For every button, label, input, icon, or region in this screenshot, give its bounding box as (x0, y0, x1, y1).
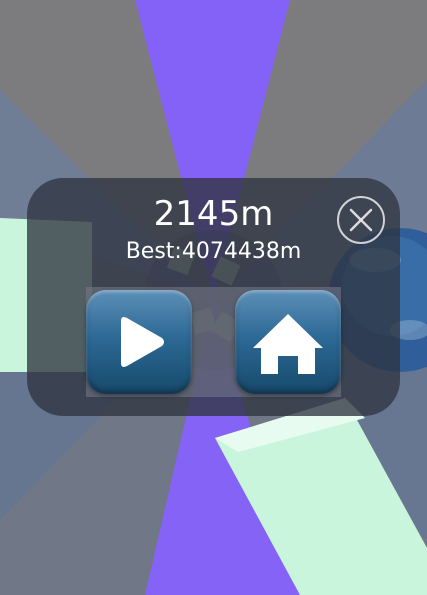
play-icon (121, 317, 164, 367)
close-button[interactable] (337, 196, 385, 244)
home-icon (253, 314, 323, 374)
home-button[interactable] (235, 290, 341, 394)
close-icon (349, 208, 373, 232)
play-again-button[interactable] (86, 290, 192, 394)
